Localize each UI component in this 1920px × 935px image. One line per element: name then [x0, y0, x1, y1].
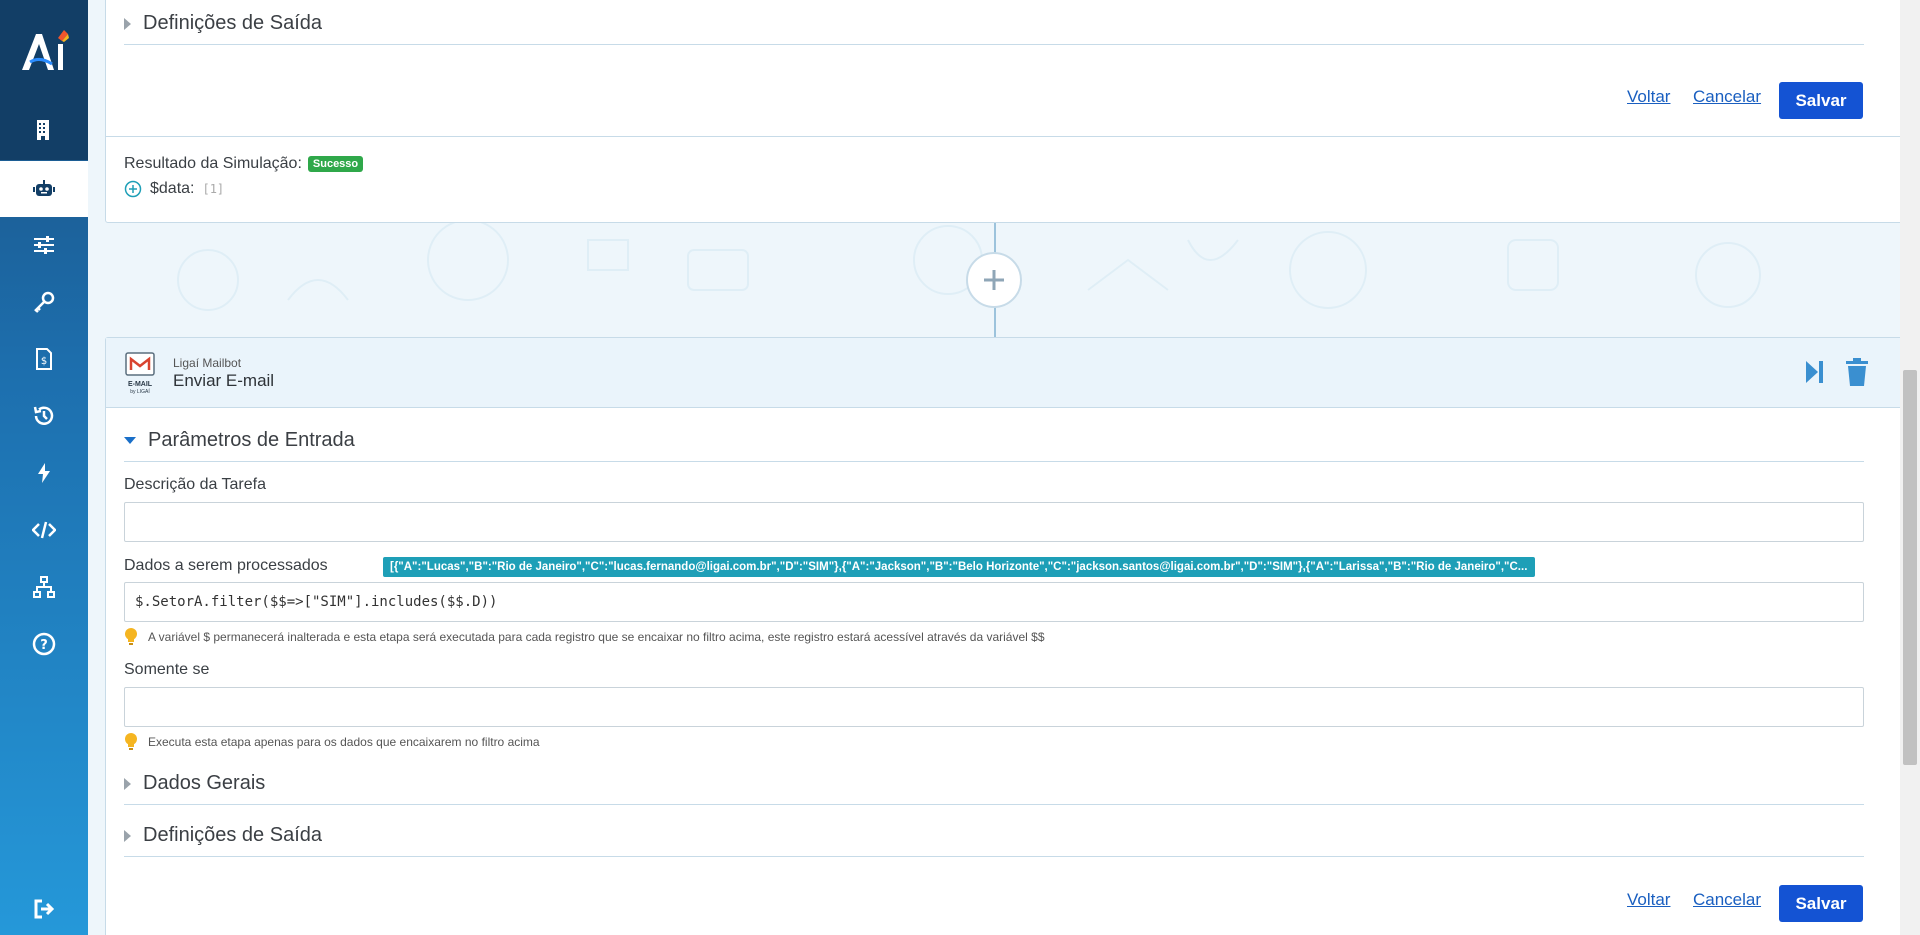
cancel-button[interactable]: Cancelar: [1693, 890, 1761, 910]
invoice-icon: $: [36, 348, 52, 370]
section-title: Dados Gerais: [143, 772, 266, 794]
icon-subcaption: by LIGAÍ: [130, 389, 150, 395]
caret-down-icon: [124, 437, 136, 444]
sidebar: $ ?: [0, 0, 88, 935]
caret-right-icon: [124, 777, 131, 790]
simulation-label: Resultado da Simulação:: [124, 155, 302, 172]
sidebar-item-settings[interactable]: [0, 217, 88, 273]
history-icon: [33, 406, 54, 425]
sliders-icon: [34, 236, 54, 254]
svg-text:$: $: [41, 356, 47, 367]
data-expression-input[interactable]: $.SetorA.filter($$=>["SIM"].includes($$.…: [124, 582, 1864, 622]
network-icon: [33, 576, 55, 598]
scrollbar-thumb[interactable]: [1903, 370, 1917, 765]
sidebar-item-triggers[interactable]: [0, 445, 88, 501]
logout-icon: [34, 899, 55, 919]
data-tree-row: $data: [1]: [124, 180, 224, 198]
section-title: Definições de Saída: [143, 12, 323, 34]
expand-plus-icon[interactable]: [124, 180, 142, 198]
caret-right-icon: [124, 829, 131, 842]
task-provider: Ligaí Mailbot: [173, 356, 242, 370]
previous-task-card: Definições de Saída Voltar Cancelar Salv…: [105, 0, 1900, 223]
skip-step-icon[interactable]: [1804, 359, 1824, 385]
data-preview-badge[interactable]: [{"A":"Lucas","B":"Rio de Janeiro","C":"…: [383, 557, 1535, 577]
data-key: $data:: [150, 180, 195, 197]
page-scrollbar[interactable]: [1900, 0, 1920, 935]
bolt-icon: [38, 463, 50, 483]
only-if-input[interactable]: [124, 687, 1864, 727]
section-general-data[interactable]: Dados Gerais: [124, 763, 1864, 805]
sidebar-item-companies[interactable]: [0, 102, 88, 158]
cancel-button[interactable]: Cancelar: [1693, 87, 1761, 107]
section-output-settings[interactable]: Definições de Saída: [124, 815, 1864, 857]
key-icon: [34, 291, 55, 313]
section-title: Definições de Saída: [143, 824, 323, 846]
section-input-params[interactable]: Parâmetros de Entrada: [124, 420, 1864, 462]
sidebar-item-credentials[interactable]: [0, 274, 88, 330]
trash-icon[interactable]: [1844, 357, 1870, 387]
only-if-hint: Executa esta etapa apenas para os dados …: [124, 733, 540, 751]
hint-text: Executa esta etapa apenas para os dados …: [148, 735, 540, 749]
lightbulb-icon: [125, 628, 137, 645]
email-app-icon: E-MAIL by LIGAÍ: [124, 352, 156, 395]
building-icon: [37, 120, 49, 140]
icon-caption: E-MAIL: [127, 381, 153, 388]
save-button[interactable]: Salvar: [1779, 82, 1863, 119]
only-if-label: Somente se: [124, 661, 210, 678]
task-header: E-MAIL by LIGAÍ Ligaí Mailbot Enviar E-m…: [106, 338, 1900, 408]
sidebar-item-billing[interactable]: $: [0, 331, 88, 387]
back-button[interactable]: Voltar: [1627, 87, 1670, 107]
robot-icon: [33, 180, 55, 196]
sidebar-item-logout[interactable]: [0, 883, 88, 935]
divider: [106, 136, 1900, 137]
caret-right-icon: [124, 17, 131, 30]
data-label: Dados a serem processados: [124, 557, 328, 574]
data-hint: A variável $ permanecerá inalterada e es…: [124, 628, 1045, 646]
save-button[interactable]: Salvar: [1779, 885, 1863, 922]
sidebar-item-api[interactable]: [0, 502, 88, 558]
sidebar-item-help[interactable]: ?: [0, 616, 88, 672]
lightbulb-icon: [125, 733, 137, 750]
section-title: Parâmetros de Entrada: [148, 429, 355, 451]
help-icon: ?: [32, 632, 56, 656]
sidebar-item-bots[interactable]: [0, 161, 88, 217]
status-badge: Sucesso: [307, 155, 364, 172]
hint-text: A variável $ permanecerá inalterada e es…: [148, 630, 1045, 644]
simulation-result: Resultado da Simulação: Sucesso: [124, 155, 364, 173]
data-value: [1]: [202, 182, 225, 196]
main-content: Definições de Saída Voltar Cancelar Salv…: [88, 0, 1900, 935]
sidebar-item-history[interactable]: [0, 388, 88, 444]
ligai-logo[interactable]: [18, 28, 70, 74]
data-field-header: Dados a serem processados [{"A":"Lucas",…: [124, 557, 1864, 579]
task-title: Enviar E-mail: [173, 371, 275, 390]
add-step-button[interactable]: [966, 252, 1022, 308]
description-label: Descrição da Tarefa: [124, 476, 266, 493]
email-task-card: E-MAIL by LIGAÍ Ligaí Mailbot Enviar E-m…: [105, 337, 1900, 935]
section-output-settings-top[interactable]: Definições de Saída: [124, 3, 1864, 45]
svg-text:?: ?: [40, 638, 48, 653]
back-button[interactable]: Voltar: [1627, 890, 1670, 910]
plus-icon: [984, 270, 1004, 290]
code-icon: [32, 521, 56, 539]
description-input[interactable]: [124, 502, 1864, 542]
sidebar-item-integrations[interactable]: [0, 559, 88, 615]
mail-icon: [125, 352, 155, 376]
